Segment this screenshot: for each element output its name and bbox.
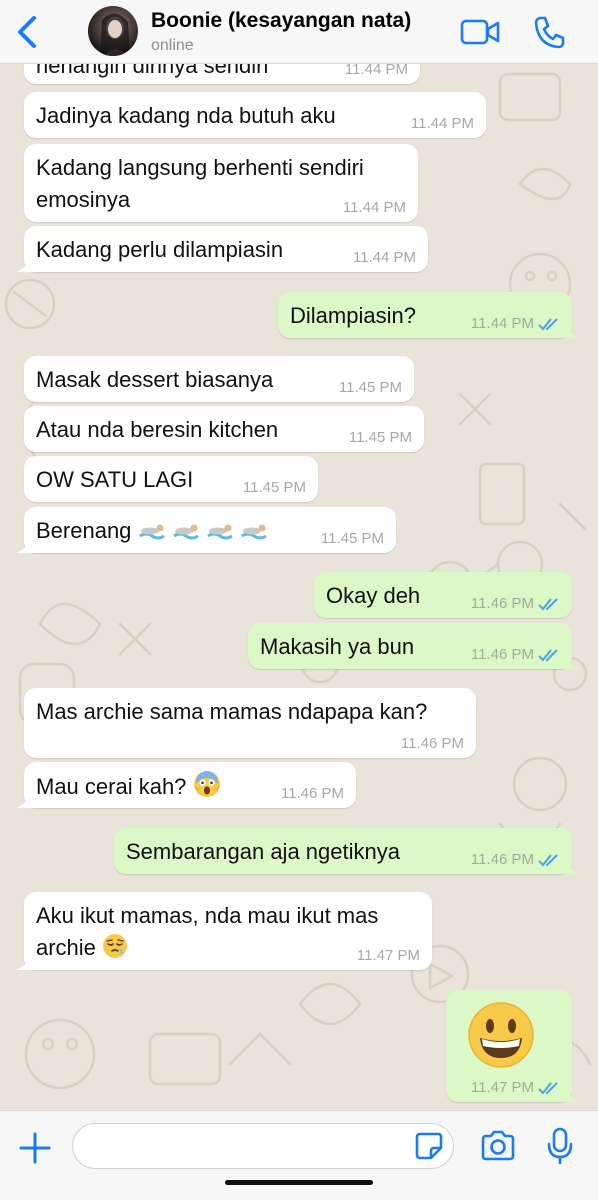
phone-call-icon[interactable] bbox=[532, 14, 566, 50]
bubble-tail bbox=[16, 256, 34, 272]
message-bubble-incoming[interactable]: Berenang 11.45 PM bbox=[16, 507, 396, 553]
message-time: 11.46 PM bbox=[470, 851, 534, 868]
message-time: 11.44 PM bbox=[344, 64, 408, 78]
read-ticks-icon bbox=[538, 597, 558, 610]
message-bubble-incoming[interactable]: Masak dessert biasanya 11.45 PM bbox=[24, 356, 414, 402]
message-bubble-incoming[interactable]: Jadinya kadang nda butuh aku 11.44 PM bbox=[24, 92, 486, 138]
message-time: 11.47 PM bbox=[356, 947, 420, 964]
message-bubble-outgoing[interactable]: Dilampiasin? 11.44 PM bbox=[278, 292, 580, 338]
bubble-tail bbox=[562, 322, 580, 338]
message-time: 11.45 PM bbox=[320, 530, 384, 547]
message-time: 11.46 PM bbox=[400, 735, 464, 752]
camera-icon[interactable] bbox=[480, 1129, 516, 1163]
message-time: 11.44 PM bbox=[470, 315, 534, 332]
message-text-line2: archie bbox=[36, 935, 96, 960]
bubble-tail bbox=[16, 792, 34, 808]
microphone-icon[interactable] bbox=[546, 1127, 574, 1165]
message-bubble-incoming[interactable]: Mau cerai kah? 11.46 PM bbox=[16, 762, 356, 808]
sleepy-face-emoji-icon bbox=[103, 934, 128, 958]
bubble-tail bbox=[562, 653, 580, 669]
message-time: 11.44 PM bbox=[352, 249, 416, 266]
message-bubble-incoming[interactable]: Aku ikut mamas, nda mau ikut mas archie … bbox=[16, 892, 432, 970]
message-text: Mas archie sama mamas ndapapa kan? bbox=[36, 699, 428, 724]
chat-header: Boonie (kesayangan nata) online bbox=[0, 0, 598, 64]
read-ticks-icon bbox=[538, 1081, 558, 1094]
plus-icon[interactable] bbox=[18, 1131, 52, 1165]
bubble-tail bbox=[562, 1086, 580, 1102]
avatar[interactable] bbox=[88, 6, 138, 56]
read-ticks-icon bbox=[538, 317, 558, 330]
grinning-face-emoji-icon bbox=[468, 1002, 534, 1068]
message-bubble-outgoing[interactable]: Okay deh 11.46 PM bbox=[314, 572, 572, 618]
message-time: 11.47 PM bbox=[470, 1079, 534, 1096]
message-time: 11.46 PM bbox=[470, 595, 534, 612]
bubble-tail bbox=[16, 954, 34, 970]
home-indicator bbox=[225, 1180, 373, 1185]
message-bubble-incoming[interactable]: Kadang langsung berhenti sendiri emosiny… bbox=[24, 144, 418, 222]
message-bubble-incoming[interactable]: Kadang perlu dilampiasin 11.44 PM bbox=[16, 226, 428, 272]
contact-status: online bbox=[151, 37, 194, 54]
message-time: 11.45 PM bbox=[242, 479, 306, 496]
contact-name[interactable]: Boonie (kesayangan nata) bbox=[151, 9, 411, 33]
bubble-tail bbox=[16, 537, 34, 553]
message-text: Aku ikut mamas, nda mau ikut mas bbox=[36, 903, 379, 928]
composer-bar bbox=[0, 1110, 598, 1200]
message-bubble-incoming[interactable]: nenangin dirinya sendiri 11.44 PM bbox=[24, 64, 420, 84]
bubble-tail bbox=[562, 858, 580, 874]
chat-area[interactable]: nenangin dirinya sendiri 11.44 PM Jadiny… bbox=[0, 64, 598, 1110]
video-call-icon[interactable] bbox=[460, 16, 500, 48]
read-ticks-icon bbox=[538, 648, 558, 661]
message-bubble-incoming[interactable]: OW SATU LAGI 11.45 PM bbox=[24, 456, 318, 502]
avatar-photo bbox=[100, 13, 130, 56]
message-text: Kadang langsung berhenti sendiri bbox=[36, 155, 364, 180]
message-time: 11.45 PM bbox=[338, 379, 402, 396]
message-bubble-outgoing[interactable]: 11.47 PM bbox=[446, 990, 580, 1102]
back-chevron-icon[interactable] bbox=[12, 12, 44, 52]
message-bubble-outgoing[interactable]: Sembarangan aja ngetiknya 11.46 PM bbox=[114, 828, 580, 874]
message-text: Mau cerai kah? bbox=[36, 774, 187, 799]
message-bubble-incoming[interactable]: Atau nda beresin kitchen 11.45 PM bbox=[24, 406, 424, 452]
sticker-icon[interactable] bbox=[414, 1131, 444, 1161]
message-input[interactable] bbox=[72, 1123, 454, 1169]
message-time: 11.44 PM bbox=[410, 115, 474, 132]
read-ticks-icon bbox=[538, 853, 558, 866]
message-time: 11.46 PM bbox=[470, 646, 534, 663]
message-text: Berenang bbox=[36, 518, 132, 543]
message-bubble-incoming[interactable]: Mas archie sama mamas ndapapa kan? 11.46… bbox=[24, 688, 476, 758]
message-time: 11.45 PM bbox=[348, 429, 412, 446]
message-bubble-outgoing[interactable]: Makasih ya bun 11.46 PM bbox=[248, 623, 580, 669]
message-time: 11.46 PM bbox=[280, 785, 344, 802]
message-text: Jadinya kadang nda butuh aku bbox=[36, 103, 336, 128]
message-time: 11.44 PM bbox=[342, 199, 406, 216]
swimmer-emoji-icons bbox=[138, 524, 267, 540]
screaming-face-emoji-icon bbox=[193, 771, 220, 797]
